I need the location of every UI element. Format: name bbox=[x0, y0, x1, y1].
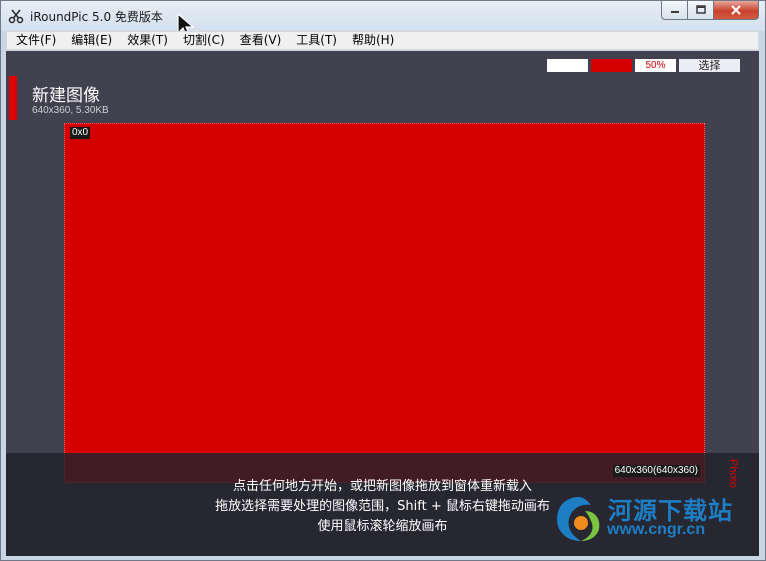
canvas-origin-label: 0x0 bbox=[70, 127, 91, 139]
document-title: 新建图像 bbox=[32, 86, 100, 106]
image-canvas[interactable]: 0x0 bbox=[64, 123, 705, 483]
maximize-icon bbox=[695, 5, 706, 14]
watermark-logo-icon bbox=[557, 497, 600, 541]
menu-cut[interactable]: 切割(C) bbox=[174, 32, 231, 49]
scissors-icon bbox=[8, 8, 24, 24]
menu-bar: 文件(F) 编辑(E) 效果(T) 切割(C) 查看(V) 工具(T) 帮助(H… bbox=[6, 31, 759, 50]
document-info: 640x360, 5.30KB bbox=[32, 105, 109, 116]
menu-file[interactable]: 文件(F) bbox=[7, 32, 62, 49]
window-title: iRoundPic 5.0 免费版本 bbox=[30, 10, 163, 24]
minimize-icon bbox=[670, 11, 679, 13]
select-button[interactable]: 选择 bbox=[679, 59, 740, 72]
workspace[interactable]: 新建图像 640x360, 5.30KB 50% 选择 0x0 640x360(… bbox=[6, 51, 759, 556]
minimize-button[interactable] bbox=[661, 1, 688, 20]
menu-edit[interactable]: 编辑(E) bbox=[62, 32, 118, 49]
background-color-swatch[interactable] bbox=[547, 59, 588, 72]
hint-overlay: 640x360(640x360) 点击任何地方开始，或把新图像拖放到窗体重新载入… bbox=[6, 453, 759, 556]
close-icon bbox=[731, 5, 741, 15]
window-controls bbox=[661, 1, 759, 21]
site-watermark: 河源下载站 www.cngr.cn bbox=[551, 491, 756, 551]
app-window: iRoundPic 5.0 免费版本 文件(F) 编辑(E) 效果(T) 切割(… bbox=[0, 0, 766, 561]
watermark-url: www.cngr.cn bbox=[607, 521, 706, 538]
maximize-button[interactable] bbox=[688, 1, 714, 20]
title-bar[interactable]: iRoundPic 5.0 免费版本 bbox=[1, 1, 765, 38]
menu-view[interactable]: 查看(V) bbox=[231, 32, 288, 49]
document-accent-bar bbox=[9, 76, 17, 120]
menu-tools[interactable]: 工具(T) bbox=[287, 32, 343, 49]
menu-effects[interactable]: 效果(T) bbox=[118, 32, 174, 49]
close-button[interactable] bbox=[714, 1, 759, 20]
foreground-color-swatch[interactable] bbox=[591, 59, 632, 72]
menu-help[interactable]: 帮助(H) bbox=[343, 32, 400, 49]
zoom-level-button[interactable]: 50% bbox=[635, 59, 676, 72]
